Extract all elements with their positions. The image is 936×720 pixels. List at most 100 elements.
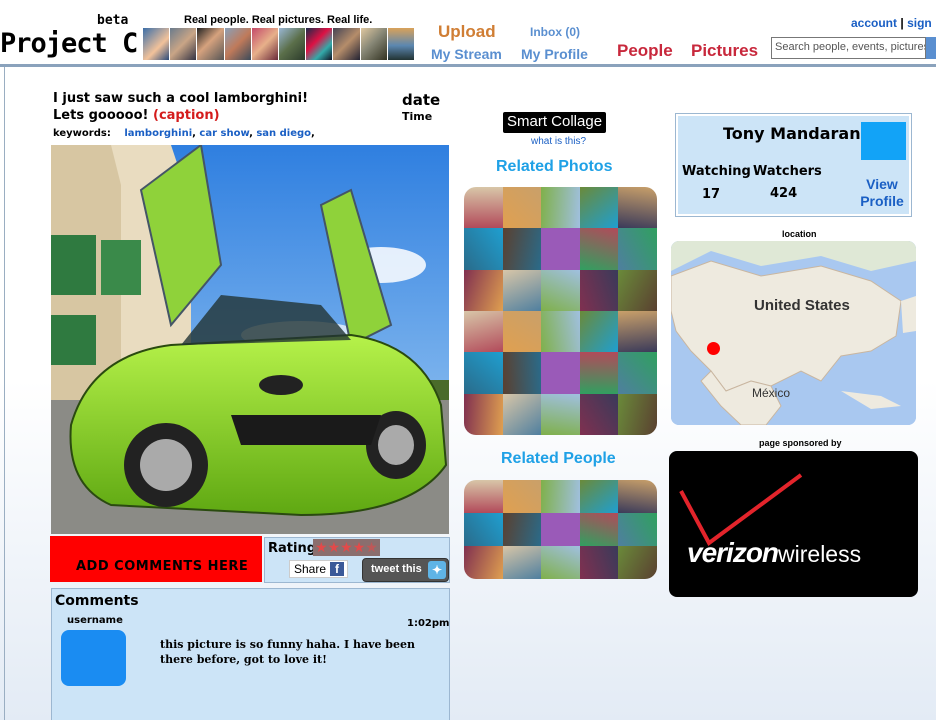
collage-thumbnail[interactable] — [502, 269, 542, 311]
collage-thumbnail[interactable] — [464, 269, 503, 311]
profile-name[interactable]: Tony Mandarano — [723, 124, 872, 143]
collage-thumbnail[interactable] — [579, 310, 619, 353]
site-logo[interactable]: Project C — [0, 28, 138, 59]
account-separator: | — [900, 16, 904, 30]
related-people-heading: Related People — [501, 450, 616, 467]
keyword-link[interactable]: lamborghini — [124, 128, 192, 139]
collage-thumbnail[interactable] — [464, 352, 503, 394]
collage-thumbnail[interactable] — [464, 393, 503, 435]
collage-thumbnail[interactable] — [618, 393, 657, 435]
sponsor-brand: verizonwireless — [687, 537, 861, 569]
map-pin-icon[interactable] — [707, 342, 720, 355]
collage-thumbnail[interactable] — [502, 228, 542, 270]
collage-thumbnail[interactable] — [464, 187, 503, 229]
collage-thumbnail[interactable] — [502, 513, 542, 546]
rating-panel: Rating ★ ★ ★ ★ ★ Share f tweet this ✦ — [264, 537, 450, 583]
main-photo[interactable] — [51, 145, 449, 534]
star-icon[interactable]: ★ — [315, 539, 328, 556]
watching-count[interactable]: 17 — [702, 187, 720, 202]
collage-thumbnail[interactable] — [541, 187, 580, 229]
nav-upload[interactable]: Upload — [438, 22, 496, 42]
lamborghini-photo — [51, 145, 449, 534]
nav-pictures[interactable]: Pictures — [691, 41, 758, 61]
rating-stars[interactable]: ★ ★ ★ ★ ★ — [313, 539, 380, 556]
collage-thumbnail[interactable] — [618, 480, 657, 513]
avatar[interactable] — [61, 630, 126, 686]
collage-thumbnail[interactable] — [618, 310, 657, 353]
collage-thumbnail[interactable] — [464, 228, 503, 270]
collage-thumbnail[interactable] — [502, 546, 542, 579]
collage-thumbnail[interactable] — [464, 480, 503, 513]
related-photos-heading: Related Photos — [496, 158, 613, 175]
post-title: I just saw such a cool lamborghini! Lets… — [53, 90, 308, 124]
comment-username[interactable]: username — [67, 615, 123, 626]
keywords-label: keywords: — [53, 128, 111, 139]
collage-thumbnail[interactable] — [541, 310, 580, 353]
sponsor-label: page sponsored by — [759, 438, 842, 448]
collage-thumbnail[interactable] — [502, 480, 542, 513]
star-icon[interactable]: ★ — [328, 539, 341, 556]
collage-thumbnail[interactable] — [579, 480, 619, 513]
nav-my-profile[interactable]: My Profile — [521, 46, 588, 62]
profile-avatar[interactable] — [861, 122, 906, 160]
collage-thumbnail[interactable] — [579, 393, 619, 435]
location-map[interactable]: United States México — [671, 241, 916, 425]
keyword-link[interactable]: car show — [199, 128, 249, 139]
collage-thumbnail[interactable] — [541, 480, 580, 513]
collage-thumbnail[interactable] — [502, 187, 542, 229]
header-photo-strip — [143, 28, 416, 60]
watchers-label: Watchers — [753, 164, 822, 179]
keyword-link[interactable]: san diego — [256, 128, 311, 139]
collage-thumbnail[interactable] — [618, 352, 657, 394]
facebook-share-button[interactable]: Share f — [289, 560, 348, 578]
collage-thumbnail[interactable] — [541, 228, 580, 270]
collage-thumbnail[interactable] — [541, 513, 580, 546]
star-icon[interactable]: ★ — [353, 539, 366, 556]
collage-thumbnail[interactable] — [541, 546, 580, 579]
collage-thumbnail[interactable] — [618, 228, 657, 270]
collage-thumbnail[interactable] — [579, 513, 619, 546]
search-input[interactable]: Search people, events, pictures — [771, 37, 926, 59]
profile-card: Tony Mandarano Watching Watchers 17 424 … — [675, 113, 912, 217]
related-photos-collage[interactable] — [464, 187, 657, 435]
collage-thumbnail[interactable] — [579, 187, 619, 229]
nav-my-stream[interactable]: My Stream — [431, 46, 502, 62]
search-button[interactable] — [926, 37, 936, 59]
watchers-count[interactable]: 424 — [770, 186, 797, 201]
comments-panel: Comments username 1:02pm this picture is… — [51, 588, 450, 720]
collage-thumbnail[interactable] — [464, 310, 503, 353]
collage-thumbnail[interactable] — [541, 393, 580, 435]
collage-thumbnail[interactable] — [464, 546, 503, 579]
collage-thumbnail[interactable] — [618, 269, 657, 311]
star-half-icon[interactable]: ★ — [365, 539, 378, 556]
related-people-collage[interactable] — [464, 480, 657, 579]
collage-thumbnail[interactable] — [579, 352, 619, 394]
view-profile-link[interactable]: View Profile — [858, 176, 906, 210]
rating-label: Rating — [268, 541, 317, 556]
smart-collage-logo: Smart Collage — [503, 112, 607, 133]
account-link[interactable]: account — [851, 16, 897, 30]
collage-thumbnail[interactable] — [464, 513, 503, 546]
collage-thumbnail[interactable] — [579, 228, 619, 270]
twitter-icon: ✦ — [428, 561, 446, 579]
nav-people[interactable]: People — [617, 41, 673, 61]
nav-inbox[interactable]: Inbox (0) — [530, 25, 580, 39]
collage-thumbnail[interactable] — [502, 310, 542, 353]
collage-thumbnail[interactable] — [579, 546, 619, 579]
collage-thumbnail[interactable] — [502, 352, 542, 394]
sign-link[interactable]: sign — [907, 16, 932, 30]
collage-thumbnail[interactable] — [618, 513, 657, 546]
collage-thumbnail[interactable] — [502, 393, 542, 435]
star-icon[interactable]: ★ — [340, 539, 353, 556]
tweet-button[interactable]: tweet this ✦ — [362, 558, 449, 582]
collage-thumbnail[interactable] — [618, 187, 657, 229]
sponsor-ad[interactable]: verizonwireless — [669, 451, 918, 597]
post-title-line1: I just saw such a cool lamborghini! — [53, 91, 309, 106]
collage-thumbnail[interactable] — [541, 352, 580, 394]
what-is-this-link[interactable]: what is this? — [531, 136, 586, 147]
add-comments-button[interactable]: ADD COMMENTS HERE — [50, 536, 262, 582]
collage-thumbnail[interactable] — [579, 269, 619, 311]
collage-thumbnail[interactable] — [541, 269, 580, 311]
collage-thumbnail[interactable] — [618, 546, 657, 579]
watching-label: Watching — [682, 164, 751, 179]
